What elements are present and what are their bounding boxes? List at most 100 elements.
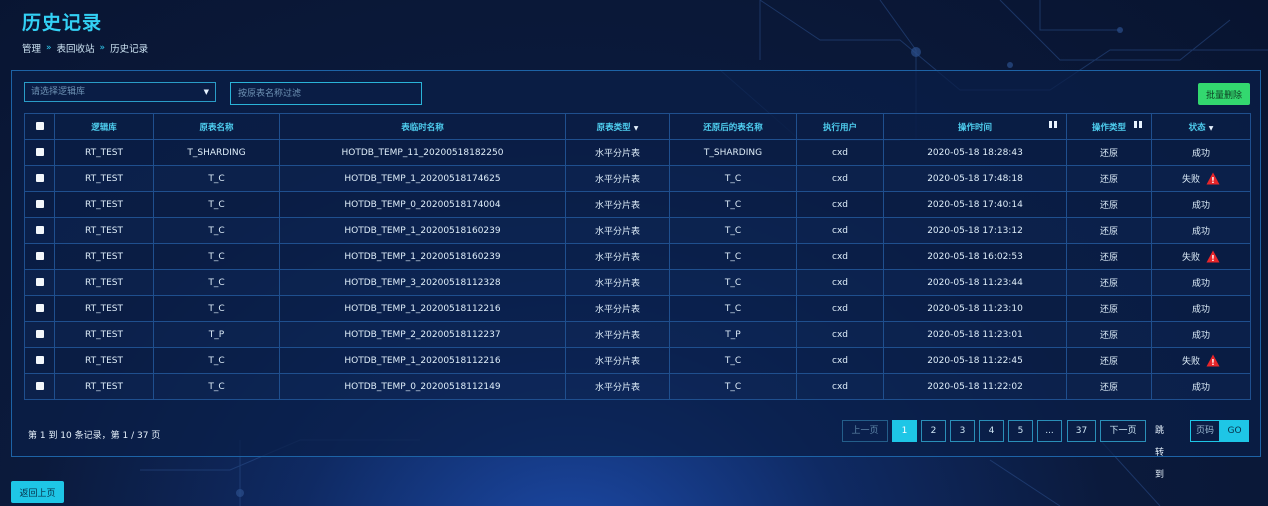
cell-restored-table: T_C	[669, 347, 797, 374]
status-text: 成功	[1191, 227, 1210, 237]
back-button[interactable]: 返回上页	[11, 481, 64, 503]
select-all-checkbox[interactable]	[35, 122, 44, 130]
cell-op-type: 还原	[1066, 139, 1152, 166]
breadcrumb-item-recycle-bin[interactable]: 表回收站	[57, 41, 95, 55]
status-wrapper: 成功	[1192, 224, 1210, 237]
cell-original-table: T_C	[153, 191, 280, 218]
cell-status: 成功	[1151, 321, 1251, 348]
history-table: 逻辑库 原表名称 表临时名称 原表类型 ▼ 还原后的表名称 执行用户 操作时间 操…	[24, 113, 1251, 400]
cell-restored-table: T_C	[669, 217, 797, 244]
cell-original-type: 水平分片表	[565, 373, 670, 400]
caret-down-icon[interactable]: ▼	[634, 125, 639, 132]
cell-op-time: 2020-05-18 16:02:53	[883, 243, 1067, 270]
column-header-user: 执行用户	[796, 113, 884, 140]
cell-temp-table: HOTDB_TEMP_1_20200518160239	[279, 217, 566, 244]
cell-original-table: T_C	[153, 269, 280, 296]
cell-original-table: T_C	[153, 165, 280, 192]
cell-restored-table: T_C	[669, 165, 797, 192]
column-header-status[interactable]: 状态 ▼	[1151, 113, 1251, 140]
cell-original-type: 水平分片表	[565, 269, 670, 296]
cell-temp-table: HOTDB_TEMP_11_20200518182250	[279, 139, 566, 166]
warning-triangle-icon[interactable]: !	[1206, 250, 1220, 263]
cell-logical-db: RT_TEST	[54, 321, 154, 348]
page-button-37[interactable]: 37	[1067, 420, 1096, 442]
cell-temp-table: HOTDB_TEMP_1_20200518112216	[279, 347, 566, 374]
column-header-logical-db: 逻辑库	[54, 113, 154, 140]
page-button-5[interactable]: 5	[1008, 420, 1033, 442]
cell-original-type: 水平分片表	[565, 139, 670, 166]
cell-op-time: 2020-05-18 11:23:10	[883, 295, 1067, 322]
row-checkbox[interactable]	[35, 304, 44, 312]
cell-original-table: T_P	[153, 321, 280, 348]
row-checkbox[interactable]	[35, 226, 44, 234]
status-wrapper: 成功	[1192, 146, 1210, 159]
cell-logical-db: RT_TEST	[54, 217, 154, 244]
batch-delete-button[interactable]: 批量删除	[1198, 83, 1250, 105]
row-checkbox[interactable]	[35, 356, 44, 364]
cell-restored-table: T_C	[669, 295, 797, 322]
status-wrapper: 成功	[1192, 328, 1210, 341]
cell-original-table: T_SHARDING	[153, 139, 280, 166]
page-button-4[interactable]: 4	[979, 420, 1004, 442]
page-button-2[interactable]: 2	[921, 420, 946, 442]
row-checkbox[interactable]	[35, 330, 44, 338]
logical-db-select-placeholder: 请选择逻辑库	[31, 87, 86, 97]
double-chevron-right-icon: »	[99, 43, 106, 53]
svg-text:!: !	[1211, 254, 1215, 263]
warning-triangle-icon[interactable]: !	[1206, 354, 1220, 367]
status-text: 成功	[1191, 383, 1210, 393]
row-checkbox[interactable]	[35, 252, 44, 260]
table-row: RT_TEST T_C HOTDB_TEMP_0_20200518174004 水平分…	[24, 191, 1251, 218]
row-checkbox[interactable]	[35, 278, 44, 286]
row-checkbox[interactable]	[35, 174, 44, 182]
status-wrapper: 失败!	[1182, 172, 1220, 185]
status-text: 失败	[1181, 253, 1200, 263]
cell-temp-table: HOTDB_TEMP_1_20200518112216	[279, 295, 566, 322]
prev-page-button[interactable]: 上一页	[842, 420, 888, 442]
row-checkbox[interactable]	[35, 200, 44, 208]
row-select-cell	[24, 191, 55, 218]
page-button-1[interactable]: 1	[892, 420, 917, 442]
cell-op-type: 还原	[1066, 373, 1152, 400]
row-checkbox[interactable]	[35, 148, 44, 156]
next-page-button[interactable]: 下一页	[1100, 420, 1146, 442]
table-row: RT_TEST T_C HOTDB_TEMP_1_20200518160239 水平分…	[24, 243, 1251, 270]
status-wrapper: 成功	[1192, 198, 1210, 211]
page-button-3[interactable]: 3	[950, 420, 975, 442]
filter-icon[interactable]	[1048, 120, 1058, 130]
row-select-cell	[24, 243, 55, 270]
cell-original-type: 水平分片表	[565, 347, 670, 374]
page-number-input[interactable]	[1190, 420, 1220, 442]
warning-triangle-icon[interactable]: !	[1206, 172, 1220, 185]
filter-icon[interactable]	[1133, 120, 1143, 130]
caret-down-icon[interactable]: ▼	[1209, 125, 1214, 132]
cell-user: cxd	[796, 321, 884, 348]
cell-original-table: T_C	[153, 217, 280, 244]
cell-logical-db: RT_TEST	[54, 373, 154, 400]
cell-original-type: 水平分片表	[565, 243, 670, 270]
row-checkbox[interactable]	[35, 382, 44, 390]
svg-text:!: !	[1211, 358, 1215, 367]
column-header-op-type: 操作类型	[1066, 113, 1152, 140]
cell-logical-db: RT_TEST	[54, 295, 154, 322]
column-header-op-time-label: 操作时间	[957, 122, 992, 133]
cell-status: 成功	[1151, 373, 1251, 400]
table-name-filter-input[interactable]	[230, 82, 422, 105]
cell-logical-db: RT_TEST	[54, 243, 154, 270]
cell-status: 成功	[1151, 191, 1251, 218]
go-button[interactable]: GO	[1220, 420, 1249, 442]
jump-to-label: 跳转到	[1155, 426, 1165, 480]
cell-original-type: 水平分片表	[565, 191, 670, 218]
cell-op-type: 还原	[1066, 269, 1152, 296]
cell-user: cxd	[796, 373, 884, 400]
cell-original-type: 水平分片表	[565, 217, 670, 244]
column-header-original-type[interactable]: 原表类型 ▼	[565, 113, 670, 140]
column-header-op-type-label: 操作类型	[1091, 122, 1126, 133]
cell-status: 失败!	[1151, 243, 1251, 270]
logical-db-select[interactable]: 请选择逻辑库 ▼	[24, 82, 216, 102]
status-wrapper: 成功	[1192, 380, 1210, 393]
column-header-restored-table: 还原后的表名称	[669, 113, 797, 140]
table-row: RT_TEST T_C HOTDB_TEMP_1_20200518174625 水平分…	[24, 165, 1251, 192]
breadcrumb-item-manage[interactable]: 管理	[22, 41, 41, 55]
status-text: 成功	[1191, 279, 1210, 289]
